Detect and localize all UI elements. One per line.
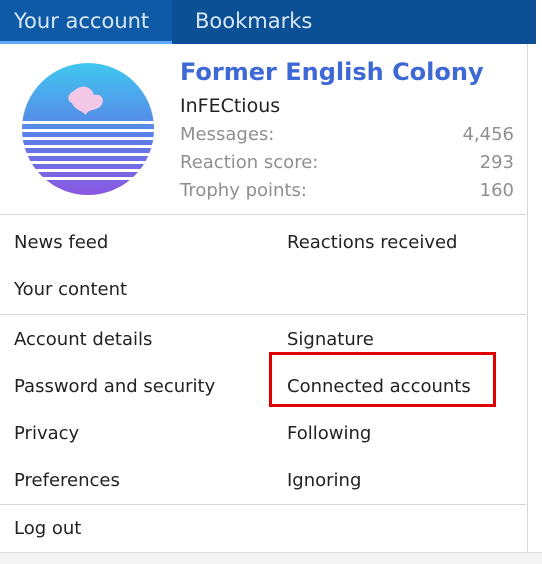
account-tabs: Your account Bookmarks	[0, 0, 536, 44]
menu-reactions-received[interactable]: Reactions received	[287, 232, 457, 253]
messages-label: Messages:	[180, 124, 275, 145]
panel-bottom-edge	[0, 552, 542, 564]
highlight-box	[269, 352, 496, 407]
menu-your-content[interactable]: Your content	[14, 279, 127, 300]
menu-account-details[interactable]: Account details	[14, 329, 152, 350]
tab-your-account[interactable]: Your account	[0, 0, 172, 44]
tab-bookmarks[interactable]: Bookmarks	[195, 0, 312, 44]
reaction-score-label: Reaction score:	[180, 152, 319, 173]
reaction-score-value: 293	[479, 152, 514, 173]
forum-title-link[interactable]: Former English Colony	[180, 58, 484, 86]
menu-privacy[interactable]: Privacy	[14, 423, 79, 444]
messages-value: 4,456	[462, 124, 514, 145]
panel-right-edge	[527, 44, 528, 563]
trophy-points-value: 160	[479, 180, 514, 201]
trophy-points-label: Trophy points:	[180, 180, 307, 201]
menu-ignoring[interactable]: Ignoring	[287, 470, 361, 491]
menu-password-security[interactable]: Password and security	[14, 376, 215, 397]
divider	[0, 214, 526, 215]
menu-log-out[interactable]: Log out	[14, 518, 81, 539]
divider	[0, 314, 526, 315]
menu-preferences[interactable]: Preferences	[14, 470, 120, 491]
avatar[interactable]	[22, 63, 154, 195]
divider	[0, 504, 526, 505]
username: InFECtious	[180, 95, 281, 117]
menu-signature[interactable]: Signature	[287, 329, 374, 350]
menu-news-feed[interactable]: News feed	[14, 232, 108, 253]
menu-following[interactable]: Following	[287, 423, 371, 444]
